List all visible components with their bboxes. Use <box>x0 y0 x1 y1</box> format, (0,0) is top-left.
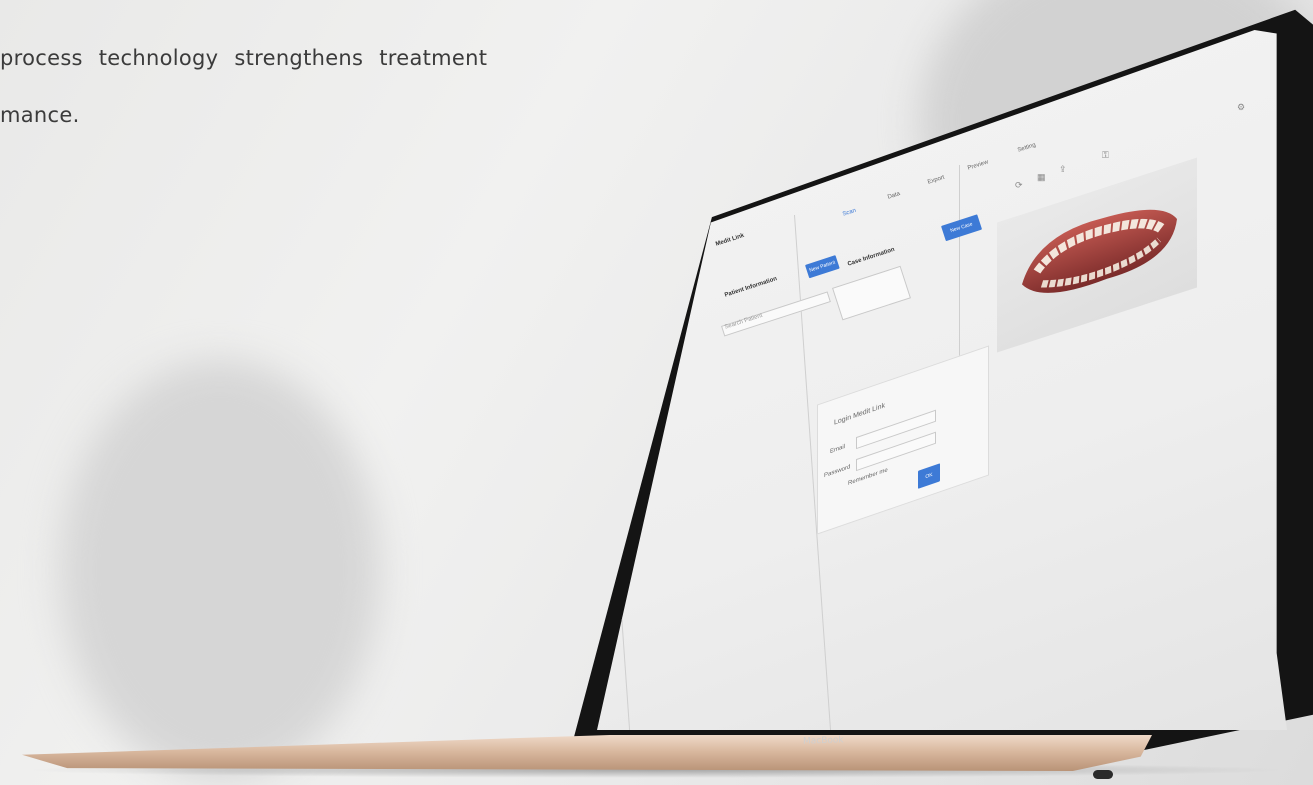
login-title: Login Medit Link <box>834 402 885 427</box>
email-label: Email <box>830 443 846 456</box>
grid-icon[interactable]: ▦ <box>1037 172 1046 183</box>
laptop-port <box>1093 770 1113 779</box>
headline-text: process technology strengthens treatment… <box>0 30 560 144</box>
password-label: Password <box>824 464 851 480</box>
case-card[interactable] <box>832 265 911 321</box>
tab-setting[interactable]: Setting <box>1017 142 1037 153</box>
headline-line-1: process technology strengthens treatment <box>0 46 488 70</box>
new-case-button[interactable]: New Case <box>941 214 983 242</box>
case-info-header: Case Information <box>847 246 896 268</box>
laptop-brand-label: MacBook <box>803 735 844 747</box>
tab-data[interactable]: Data <box>887 191 901 201</box>
login-ok-button[interactable]: OK <box>918 463 940 489</box>
tab-preview[interactable]: Preview <box>967 159 989 171</box>
settings-icon[interactable]: ⚙ <box>1237 102 1245 113</box>
patient-info-header: Patient Information <box>724 276 778 299</box>
remember-me-checkbox[interactable]: Remember me <box>848 467 888 487</box>
search-input[interactable] <box>721 291 831 337</box>
tab-scan[interactable]: Scan <box>842 208 857 218</box>
window-title: Medit Link <box>715 232 746 248</box>
tab-export[interactable]: Export <box>927 175 945 186</box>
new-patient-button[interactable]: New Patient <box>805 255 840 279</box>
background-blur-left <box>60 360 380 780</box>
login-dialog: Login Medit Link Email Password Remember… <box>817 345 989 535</box>
headline-line-2: mance. <box>0 103 80 127</box>
upload-icon[interactable]: ⇪ <box>1059 164 1067 175</box>
scan-preview-panel <box>997 157 1197 353</box>
lock-icon[interactable]: ⚿ <box>1102 150 1109 161</box>
rotate-icon[interactable]: ⟳ <box>1015 180 1023 191</box>
teeth-model-image <box>1022 209 1177 293</box>
